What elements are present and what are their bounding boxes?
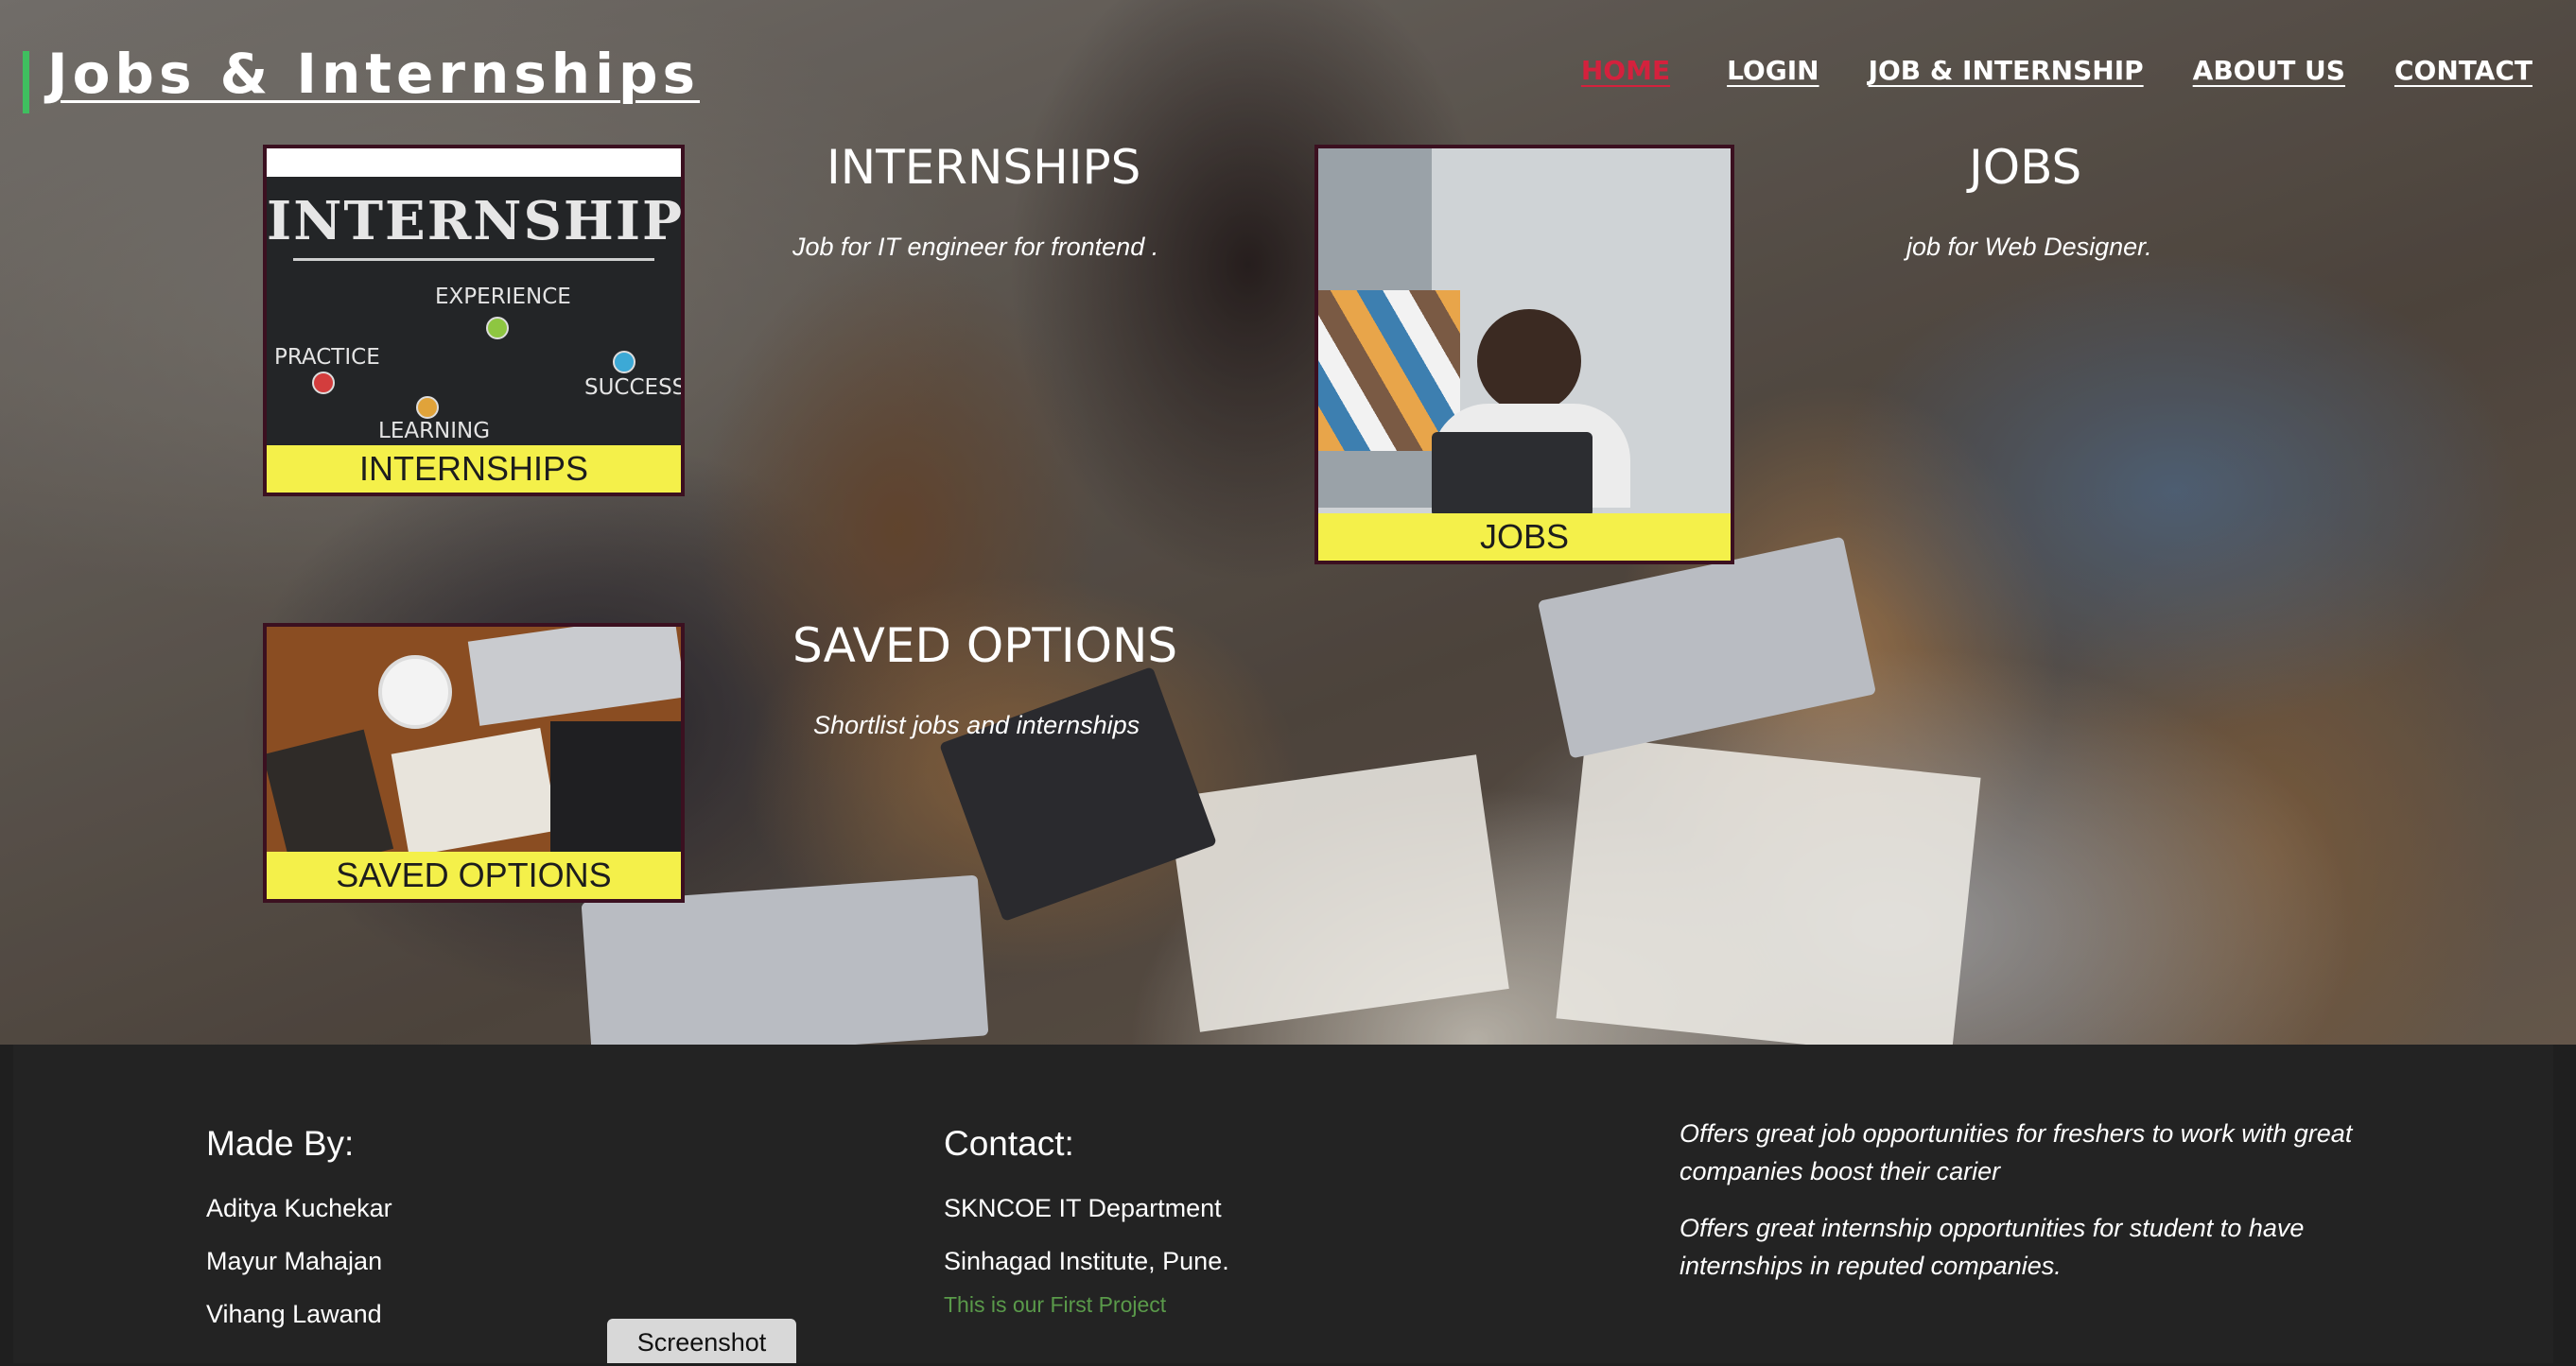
chalk-word-experience: EXPERIENCE bbox=[435, 285, 571, 309]
person-head bbox=[1477, 309, 1581, 413]
nav-home[interactable]: HOME bbox=[1581, 55, 1670, 86]
made-by-heading: Made By: bbox=[206, 1124, 355, 1163]
green-dot-icon bbox=[486, 317, 509, 339]
saved-options-card-label: SAVED OPTIONS bbox=[267, 852, 681, 899]
jobs-heading: JOBS bbox=[1969, 140, 2082, 195]
author-name: Mayur Mahajan bbox=[206, 1247, 383, 1275]
laptop-image bbox=[467, 627, 681, 726]
paper-sheet bbox=[1167, 754, 1509, 1032]
brand-accent-bar bbox=[23, 51, 29, 113]
screenshot-button[interactable]: Screenshot bbox=[607, 1319, 796, 1363]
nav-job-internship-label: JOB & INTERNSHIP bbox=[1868, 55, 2144, 86]
tablet-image bbox=[550, 721, 681, 863]
contact-institute: Sinhagad Institute, Pune. bbox=[944, 1247, 1229, 1275]
main-nav: HOME LOGIN JOB & INTERNSHIP ABOUT US CON… bbox=[1581, 55, 2532, 86]
geometric-mural bbox=[1318, 290, 1460, 451]
blue-dot-icon bbox=[613, 351, 635, 373]
folder-image bbox=[939, 666, 1217, 923]
author-name: Aditya Kuchekar bbox=[206, 1194, 392, 1222]
internships-card-label: INTERNSHIPS bbox=[267, 445, 681, 493]
project-note: This is our First Project bbox=[944, 1292, 1167, 1317]
nav-login-label: LOGIN bbox=[1727, 55, 1819, 86]
contact-department: SKNCOE IT Department bbox=[944, 1194, 1222, 1222]
notebook-image bbox=[391, 727, 559, 857]
saved-options-card[interactable]: SAVED OPTIONS bbox=[263, 623, 685, 903]
chalk-word-learning: LEARNING bbox=[378, 419, 491, 443]
card-top-strip bbox=[267, 148, 681, 177]
offer-internship-text: Offers great internship opportunities fo… bbox=[1680, 1214, 2305, 1280]
jobs-card[interactable]: JOBS bbox=[1314, 145, 1734, 564]
laptop-image bbox=[1537, 536, 1877, 759]
chalkboard-title: INTERNSHIP bbox=[267, 190, 685, 252]
nav-job-internship[interactable]: JOB & INTERNSHIP bbox=[1869, 55, 2144, 86]
site-header: Jobs & Internships HOME LOGIN JOB & INTE… bbox=[0, 0, 2576, 132]
internships-card[interactable]: INTERNSHIP PRACTICE EXPERIENCE SUCCESS L… bbox=[263, 145, 685, 496]
offer-job-text: Offers great job opportunities for fresh… bbox=[1680, 1119, 2353, 1185]
nav-login[interactable]: LOGIN bbox=[1719, 55, 1819, 86]
nav-about-us[interactable]: ABOUT US bbox=[2193, 55, 2345, 86]
brand-title[interactable]: Jobs & Internships bbox=[47, 42, 700, 106]
paper-sheet bbox=[1556, 735, 1981, 1045]
chalk-word-success: SUCCESS bbox=[584, 375, 685, 400]
internships-description: Job for IT engineer for frontend . bbox=[792, 233, 1159, 261]
chalk-underline bbox=[293, 258, 654, 261]
jobs-description: job for Web Designer. bbox=[1906, 233, 2152, 261]
nav-contact-label: CONTACT bbox=[2393, 55, 2532, 86]
red-dot-icon bbox=[312, 372, 335, 394]
nav-home-label: HOME bbox=[1580, 55, 1671, 86]
coffee-cup-icon bbox=[378, 655, 452, 729]
orange-dot-icon bbox=[416, 396, 439, 419]
saved-options-heading: SAVED OPTIONS bbox=[792, 618, 1178, 673]
internships-heading: INTERNSHIPS bbox=[827, 140, 1141, 195]
author-name: Vihang Lawand bbox=[206, 1300, 382, 1328]
nav-contact[interactable]: CONTACT bbox=[2394, 55, 2532, 86]
laptop-image bbox=[1432, 432, 1593, 517]
nav-about-label: ABOUT US bbox=[2192, 55, 2345, 86]
contact-heading: Contact: bbox=[944, 1124, 1074, 1163]
jobs-card-label: JOBS bbox=[1318, 513, 1731, 561]
chalk-word-practice: PRACTICE bbox=[274, 345, 380, 370]
site-footer: Made By: Aditya Kuchekar Mayur Mahajan V… bbox=[13, 1045, 2553, 1363]
saved-options-description: Shortlist jobs and internships bbox=[813, 711, 1140, 739]
